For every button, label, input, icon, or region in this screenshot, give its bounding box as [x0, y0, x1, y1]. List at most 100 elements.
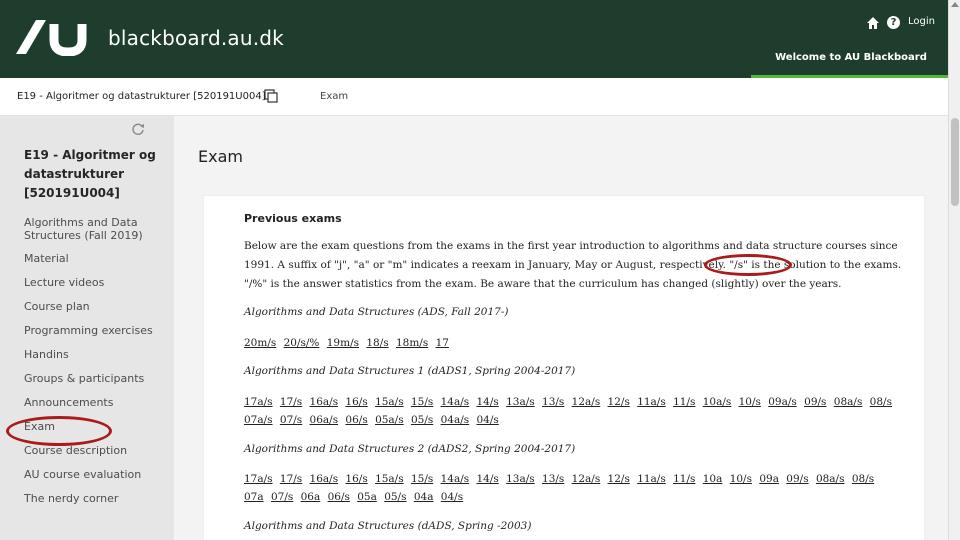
intro-paragraph: Below are the exam questions from the ex… — [244, 240, 902, 290]
exam-link[interactable]: 13a/s — [506, 473, 535, 485]
sidebar-item-course-description[interactable]: Course description — [24, 444, 169, 457]
course-menu: Algorithms and Data Structures (Fall 201… — [24, 216, 169, 516]
exam-link[interactable]: 05/s — [384, 491, 406, 503]
exam-link[interactable]: 09a/s — [768, 396, 797, 408]
exam-link[interactable]: 11a/s — [637, 396, 666, 408]
exam-link[interactable]: 16a/s — [310, 396, 339, 408]
exam-link[interactable]: 08/s — [852, 473, 874, 485]
exam-link[interactable]: 05/s — [411, 414, 433, 426]
exam-link[interactable]: 20m/s — [244, 337, 276, 349]
exam-link[interactable]: 04a/s — [441, 414, 470, 426]
exam-link[interactable]: 10/s — [739, 396, 761, 408]
top-header: blackboard.au.dk ? Login Welcome to AU B… — [0, 0, 951, 78]
copy-icon[interactable] — [264, 89, 278, 103]
exam-link[interactable]: 06a/s — [310, 414, 339, 426]
exam-link[interactable]: 08/s — [870, 396, 892, 408]
breadcrumb: E19 - Algoritmer og datastrukturer [5201… — [0, 78, 948, 116]
exam-link[interactable]: 11/s — [673, 473, 695, 485]
page-scrollbar[interactable] — [948, 0, 960, 540]
exam-link[interactable]: 08a/s — [816, 473, 845, 485]
login-link[interactable]: Login — [908, 16, 935, 27]
exam-link[interactable]: 09a — [759, 473, 779, 485]
exam-link[interactable]: 06a — [301, 491, 321, 503]
exam-link[interactable]: 16/s — [345, 396, 367, 408]
scroll-thumb[interactable] — [951, 118, 959, 206]
exam-link[interactable]: 06/s — [328, 491, 350, 503]
exam-link[interactable]: 13/s — [542, 396, 564, 408]
sidebar-item-announcements[interactable]: Announcements — [24, 396, 169, 409]
exam-link[interactable]: 12a/s — [572, 473, 601, 485]
exam-link[interactable]: 07/s — [271, 491, 293, 503]
exam-link[interactable]: 04/s — [441, 491, 463, 503]
exam-link[interactable]: 06/s — [345, 414, 367, 426]
help-icon[interactable]: ? — [887, 16, 900, 29]
exam-links-ads: 20m/s 20/s/% 19m/s 18/s 18m/s 17 — [244, 334, 904, 352]
exam-link[interactable]: 19m/s — [327, 337, 359, 349]
exam-link[interactable]: 12/s — [608, 473, 630, 485]
exam-link[interactable]: 17a/s — [244, 473, 273, 485]
exam-link[interactable]: 07/s — [280, 414, 302, 426]
refresh-icon[interactable] — [131, 122, 145, 136]
au-logo-icon[interactable] — [16, 18, 92, 56]
sidebar-item-groups[interactable]: Groups & participants — [24, 372, 169, 385]
exam-group-title: Algorithms and Data Structures 1 (dADS1,… — [244, 365, 576, 377]
exam-link[interactable]: 12a/s — [572, 396, 601, 408]
exam-link[interactable]: 11a/s — [637, 473, 666, 485]
exam-link[interactable]: 16a/s — [310, 473, 339, 485]
sidebar-course-title[interactable]: E19 - Algoritmer og datastrukturer [5201… — [24, 146, 164, 203]
exam-link[interactable]: 18m/s — [396, 337, 428, 349]
exam-link[interactable]: 13/s — [542, 473, 564, 485]
breadcrumb-course[interactable]: E19 - Algoritmer og datastrukturer [5201… — [17, 91, 266, 102]
exam-link[interactable]: 17 — [436, 337, 449, 349]
exam-link[interactable]: 17a/s — [244, 396, 273, 408]
brand-name[interactable]: blackboard.au.dk — [108, 26, 284, 50]
exam-link[interactable]: 14a/s — [441, 473, 470, 485]
exam-link[interactable]: 04/s — [476, 414, 498, 426]
course-sidebar: E19 - Algoritmer og datastrukturer [5201… — [0, 116, 174, 540]
exam-link[interactable]: 05a/s — [375, 414, 404, 426]
exam-link[interactable]: 16/s — [345, 473, 367, 485]
tab-welcome[interactable]: Welcome to AU Blackboard — [751, 44, 951, 78]
exam-link[interactable]: 14/s — [476, 473, 498, 485]
exam-link[interactable]: 17/s — [280, 396, 302, 408]
scroll-up-arrow-icon[interactable] — [951, 2, 959, 7]
exam-link[interactable]: 14a/s — [441, 396, 470, 408]
home-icon[interactable] — [866, 16, 880, 30]
exam-link[interactable]: 20/s/% — [284, 337, 320, 349]
sidebar-item-course-evaluation[interactable]: AU course evaluation — [24, 468, 169, 481]
exam-group-title: Algorithms and Data Structures (ADS, Fal… — [244, 306, 509, 318]
exam-link[interactable]: 07a/s — [244, 414, 273, 426]
exam-link[interactable]: 05a — [357, 491, 377, 503]
sidebar-item-material[interactable]: Material — [24, 252, 169, 265]
exam-link[interactable]: 15a/s — [375, 473, 404, 485]
annotation-oval-exam — [6, 416, 112, 446]
sidebar-item-course-home[interactable]: Algorithms and Data Structures (Fall 201… — [24, 216, 169, 242]
content-panel: Previous exams Below are the exam questi… — [204, 196, 924, 540]
exam-links-dads2: 17a/s 17/s 16a/s 16/s 15a/s 15/s 14a/s 1… — [244, 470, 904, 506]
sidebar-item-handins[interactable]: Handins — [24, 348, 169, 361]
section-title: Previous exams — [244, 212, 342, 225]
breadcrumb-page: Exam — [320, 91, 349, 102]
exam-link[interactable]: 14/s — [476, 396, 498, 408]
exam-link[interactable]: 04a — [414, 491, 434, 503]
sidebar-item-lecture-videos[interactable]: Lecture videos — [24, 276, 169, 289]
sidebar-item-nerdy-corner[interactable]: The nerdy corner — [24, 492, 169, 505]
exam-link[interactable]: 10/s — [730, 473, 752, 485]
exam-link[interactable]: 18/s — [366, 337, 388, 349]
exam-link[interactable]: 09/s — [786, 473, 808, 485]
exam-link[interactable]: 10a/s — [703, 396, 732, 408]
exam-link[interactable]: 08a/s — [834, 396, 863, 408]
exam-link[interactable]: 13a/s — [506, 396, 535, 408]
exam-link[interactable]: 17/s — [280, 473, 302, 485]
exam-link[interactable]: 09/s — [804, 396, 826, 408]
exam-link[interactable]: 11/s — [673, 396, 695, 408]
exam-link[interactable]: 12/s — [608, 396, 630, 408]
exam-link[interactable]: 15a/s — [375, 396, 404, 408]
sidebar-item-programming-exercises[interactable]: Programming exercises — [24, 324, 169, 337]
exam-link[interactable]: 07a — [244, 491, 264, 503]
exam-link[interactable]: 15/s — [411, 396, 433, 408]
exam-link[interactable]: 10a — [703, 473, 723, 485]
sidebar-item-course-plan[interactable]: Course plan — [24, 300, 169, 313]
exam-group-title: Algorithms and Data Structures 2 (dADS2,… — [244, 443, 576, 455]
exam-link[interactable]: 15/s — [411, 473, 433, 485]
